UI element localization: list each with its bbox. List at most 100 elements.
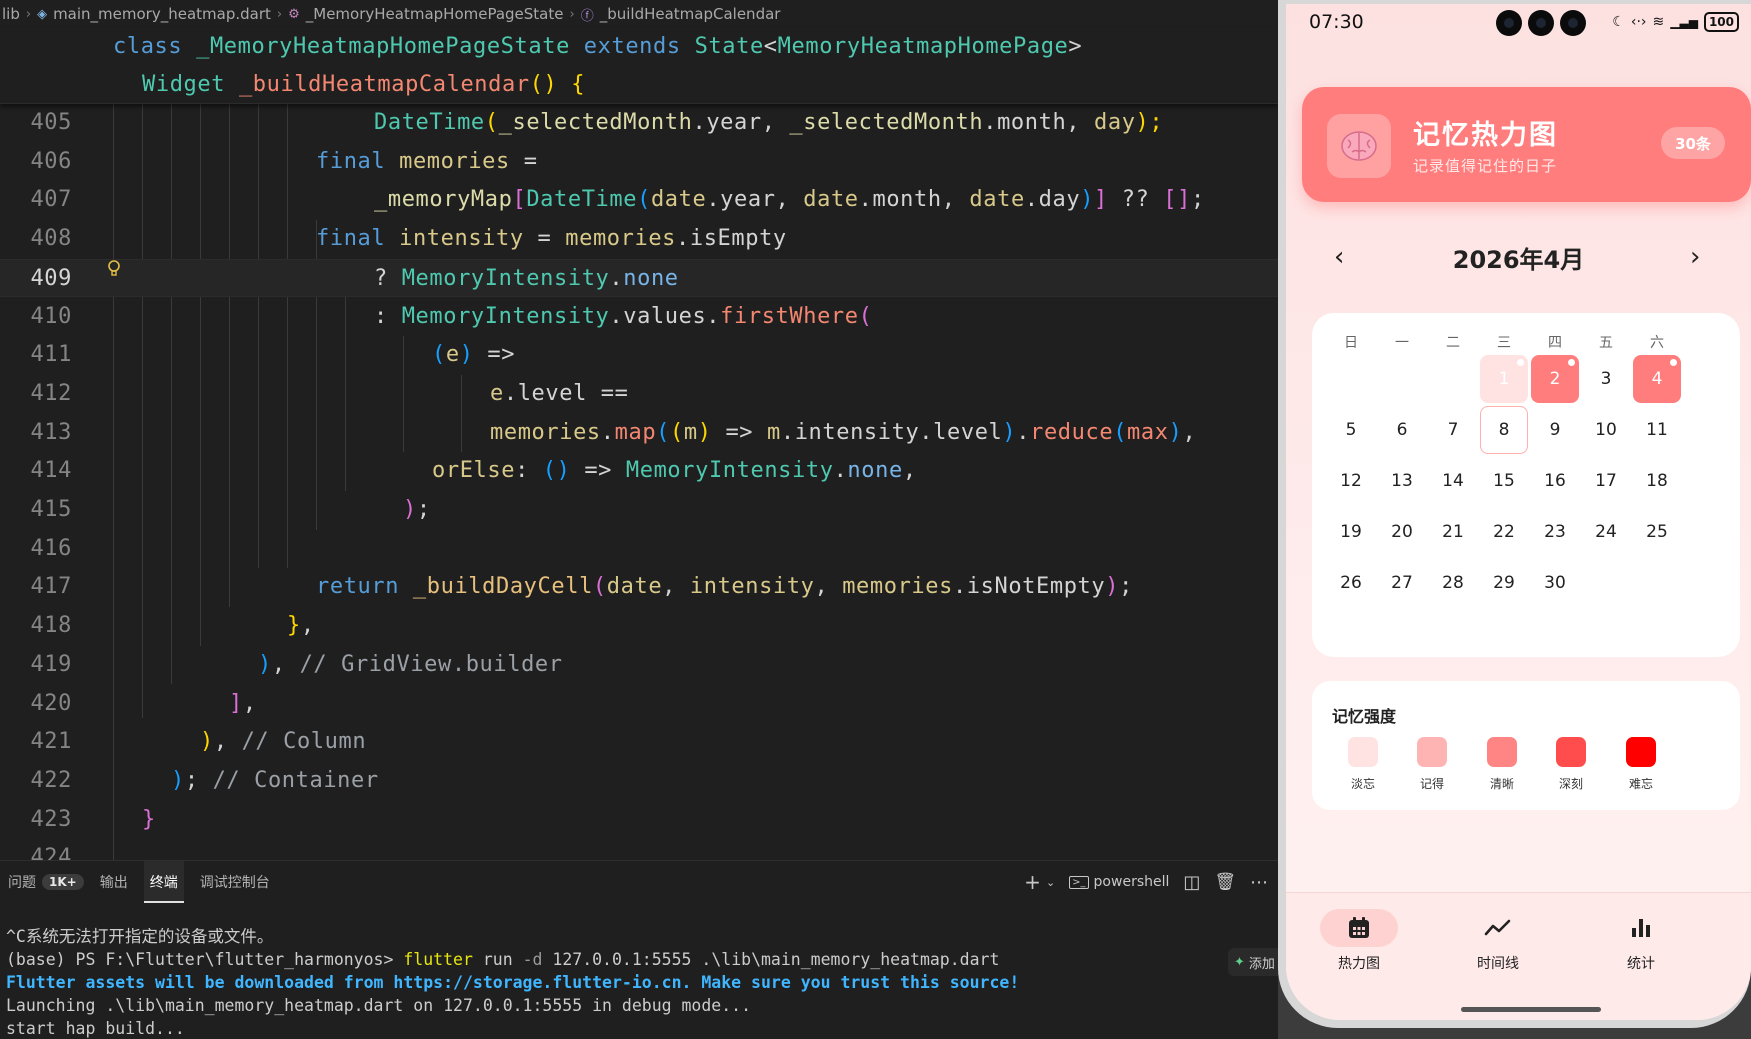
calendar-day[interactable]: 28 <box>1429 559 1477 607</box>
code-line[interactable]: 417 return _buildDayCell(date, intensity… <box>0 568 1278 607</box>
nav-item[interactable]: 时间线 <box>1453 909 1543 973</box>
code-line[interactable]: 419 ), // GridView.builder <box>0 646 1278 685</box>
calendar-day[interactable]: 13 <box>1378 457 1426 505</box>
code-line[interactable]: 406 final memories = <box>0 143 1278 182</box>
split-terminal-icon[interactable]: ◫ <box>1183 872 1200 893</box>
code-line[interactable]: 416 <box>0 530 1278 569</box>
trash-icon[interactable]: 🗑 <box>1214 872 1236 892</box>
code-line[interactable]: 405 DateTime(_selectedMonth.year, _selec… <box>0 104 1278 143</box>
breadcrumb-file[interactable]: main_memory_heatmap.dart <box>53 5 271 23</box>
calendar-icon <box>1320 909 1398 947</box>
code-line[interactable]: 412 e.level == <box>0 375 1278 414</box>
code-area[interactable]: 405 DateTime(_selectedMonth.year, _selec… <box>0 104 1278 860</box>
code-line[interactable]: 414 orElse: () => MemoryIntensity.none, <box>0 452 1278 491</box>
tab-problems[interactable]: 问题 1K+ <box>0 861 92 903</box>
bar-chart-icon <box>1602 909 1680 947</box>
weekday-label: 六 <box>1650 335 1664 351</box>
code-line[interactable]: 411 (e) => <box>0 336 1278 375</box>
code-line[interactable]: 413 memories.map((m) => m.intensity.leve… <box>0 414 1278 453</box>
calendar-day[interactable]: 1 <box>1480 355 1528 403</box>
calendar-day[interactable]: 22 <box>1480 508 1528 556</box>
camera-icon <box>1560 10 1586 36</box>
calendar-day[interactable]: 20 <box>1378 508 1426 556</box>
terminal-line: Launching .\lib\main_memory_heatmap.dart… <box>6 996 752 1015</box>
calendar-day[interactable]: 25 <box>1633 508 1681 556</box>
nav-item[interactable]: 热力图 <box>1314 909 1404 973</box>
lightbulb-icon[interactable] <box>106 259 122 281</box>
calendar-day[interactable]: 11 <box>1633 406 1681 454</box>
breadcrumb-method[interactable]: _buildHeatmapCalendar <box>600 5 781 23</box>
chevron-right-icon: › <box>276 6 283 22</box>
legend-swatch <box>1417 737 1447 767</box>
nav-item[interactable]: 统计 <box>1596 909 1686 973</box>
more-icon[interactable]: ⋯ <box>1250 872 1268 893</box>
code-line[interactable]: 408 final intensity = memories.isEmpty <box>0 220 1278 259</box>
code-editor[interactable]: lib › ◈ main_memory_heatmap.dart › ⚙ _Me… <box>0 0 1278 860</box>
calendar-day[interactable]: 21 <box>1429 508 1477 556</box>
terminal-shell-selector[interactable]: >_ powershell <box>1069 874 1169 890</box>
camera-icon <box>1496 10 1522 36</box>
add-chat-chip[interactable]: ✦ 添加 <box>1228 948 1278 976</box>
calendar-day[interactable]: 12 <box>1327 457 1375 505</box>
calendar-day[interactable]: 2 <box>1531 355 1579 403</box>
code-line[interactable]: 421 ), // Column <box>0 723 1278 762</box>
tab-output[interactable]: 输出 <box>92 861 136 903</box>
calendar-day-number: 24 <box>1595 522 1617 542</box>
tab-terminal[interactable]: 终端 <box>136 861 192 903</box>
calendar-day[interactable]: 19 <box>1327 508 1375 556</box>
code-line-active[interactable]: 409 ? MemoryIntensity.none <box>0 258 1278 298</box>
calendar-day[interactable]: 26 <box>1327 559 1375 607</box>
calendar-day[interactable]: 27 <box>1378 559 1426 607</box>
new-terminal-button[interactable]: + ⌄ <box>1024 870 1055 894</box>
sticky-method-line[interactable]: Widget _buildHeatmapCalendar() { <box>142 66 585 104</box>
sticky-scroll-header[interactable]: class _MemoryHeatmapHomePageState extend… <box>0 28 1278 104</box>
breadcrumb: lib › ◈ main_memory_heatmap.dart › ⚙ _Me… <box>0 0 1278 28</box>
panel-actions: + ⌄ >_ powershell ◫ 🗑 ⋯ <box>1024 861 1268 903</box>
calendar-day[interactable]: 23 <box>1531 508 1579 556</box>
calendar-day[interactable]: 10 <box>1582 406 1630 454</box>
calendar-day[interactable]: 4 <box>1633 355 1681 403</box>
calendar-day[interactable]: 6 <box>1378 406 1426 454</box>
calendar-day[interactable]: 18 <box>1633 457 1681 505</box>
chevron-down-icon: ⌄ <box>1045 875 1056 889</box>
calendar-day[interactable]: 17 <box>1582 457 1630 505</box>
link-icon: ‹·› <box>1630 14 1647 30</box>
calendar-day[interactable]: 24 <box>1582 508 1630 556</box>
memory-dot <box>1517 359 1524 366</box>
moon-icon: ☾ <box>1612 14 1625 30</box>
calendar-day-number: 8 <box>1498 420 1510 440</box>
calendar-day[interactable]: 29 <box>1480 559 1528 607</box>
calendar-day[interactable]: 30 <box>1531 559 1579 607</box>
sticky-class-line[interactable]: class _MemoryHeatmapHomePageState extend… <box>113 28 1082 66</box>
calendar-day[interactable]: 7 <box>1429 406 1477 454</box>
code-line[interactable]: 415 ); <box>0 491 1278 530</box>
calendar-day[interactable]: 15 <box>1480 457 1528 505</box>
legend-swatch <box>1626 737 1656 767</box>
calendar-day-number: 5 <box>1345 420 1357 440</box>
code-line[interactable]: 422 ); // Container <box>0 762 1278 801</box>
code-line[interactable]: 410 : MemoryIntensity.values.firstWhere( <box>0 298 1278 337</box>
code-line[interactable]: 423 } <box>0 801 1278 840</box>
calendar-day[interactable]: 8 <box>1480 406 1528 454</box>
breadcrumb-class[interactable]: _MemoryHeatmapHomePageState <box>306 5 564 23</box>
calendar-day-number: 3 <box>1600 369 1612 389</box>
calendar-day-number: 17 <box>1595 471 1617 491</box>
calendar-day-number: 9 <box>1549 420 1561 440</box>
calendar-day[interactable]: 3 <box>1582 355 1630 403</box>
breadcrumb-root[interactable]: lib <box>2 5 20 23</box>
code-line[interactable]: 420 ], <box>0 685 1278 724</box>
tab-debug-console[interactable]: 调试控制台 <box>192 861 278 903</box>
calendar-day-number: 28 <box>1442 573 1464 593</box>
calendar-day[interactable]: 5 <box>1327 406 1375 454</box>
legend-label: 难忘 <box>1628 777 1653 791</box>
code-line[interactable]: 424 <box>0 839 1278 860</box>
terminal-output[interactable]: ^C系统无法打开指定的设备或文件。 (base) PS F:\Flutter\fl… <box>6 925 1206 1039</box>
memory-dot <box>1670 359 1677 366</box>
code-line[interactable]: 407 _memoryMap[DateTime(date.year, date.… <box>0 181 1278 220</box>
code-line[interactable]: 418 }, <box>0 607 1278 646</box>
legend-item: 深刻 <box>1551 737 1591 792</box>
calendar-day[interactable]: 14 <box>1429 457 1477 505</box>
chevron-right-icon[interactable]: › <box>1690 242 1700 272</box>
calendar-day[interactable]: 16 <box>1531 457 1579 505</box>
calendar-day[interactable]: 9 <box>1531 406 1579 454</box>
